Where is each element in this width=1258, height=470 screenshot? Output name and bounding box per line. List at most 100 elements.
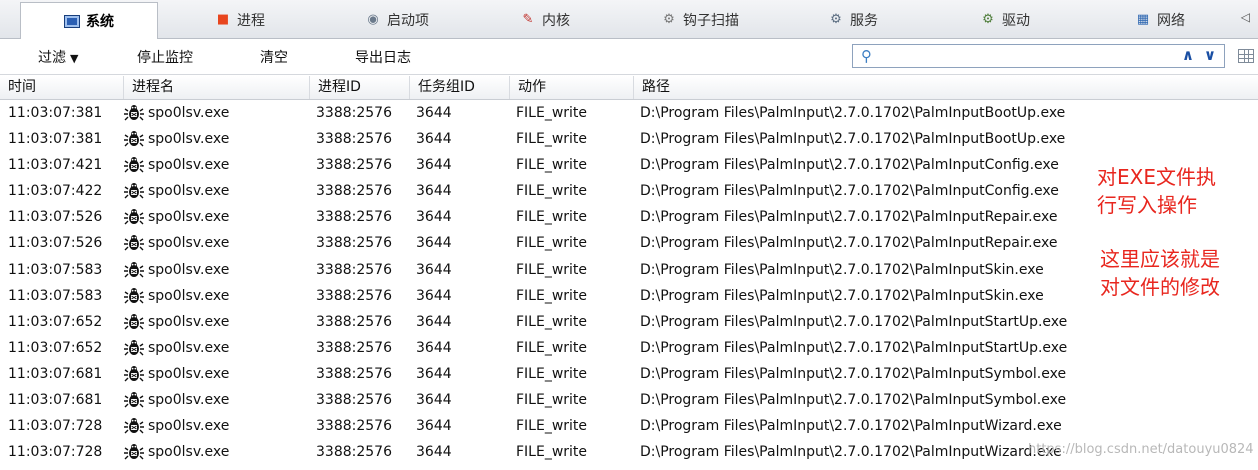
export-log-button[interactable]: 导出日志 bbox=[355, 47, 411, 67]
cell-process-name: spo0lsv.exe bbox=[124, 413, 229, 439]
cell-process-name: spo0lsv.exe bbox=[124, 361, 229, 387]
cell-process-id: 3388:2576 bbox=[316, 418, 392, 435]
cell-time: 11:03:07:681 bbox=[8, 365, 103, 382]
annotation-line: 这里应该就是 bbox=[1100, 247, 1220, 271]
cell-path: D:\Program Files\PalmInput\2.7.0.1702\Pa… bbox=[640, 444, 1062, 461]
cell-process-id: 3388:2576 bbox=[316, 339, 392, 356]
cell-time: 11:03:07:728 bbox=[8, 418, 103, 435]
table-row[interactable]: 11:03:07:526 3388:2576 3644 FILE_write D:\Pr… bbox=[0, 204, 1258, 230]
cell-task-group-id: 3644 bbox=[416, 235, 452, 252]
column-header-action[interactable]: 动作 bbox=[510, 76, 634, 99]
process-bug-icon bbox=[124, 156, 144, 174]
annotation-line: 行写入操作 bbox=[1097, 193, 1197, 217]
process-bug-icon bbox=[124, 365, 144, 383]
cell-task-group-id: 3644 bbox=[416, 183, 452, 200]
cell-task-group-id: 3644 bbox=[416, 105, 452, 121]
table-row[interactable]: 11:03:07:526 3388:2576 3644 FILE_write D:\Pr… bbox=[0, 230, 1258, 256]
search-prev-icon[interactable]: ∧ bbox=[1182, 46, 1194, 64]
tab-process[interactable]: ■ 进程 bbox=[190, 2, 290, 37]
cell-path: D:\Program Files\PalmInput\2.7.0.1702\Pa… bbox=[640, 235, 1058, 252]
table-row[interactable]: 11:03:07:681 3388:2576 3644 FILE_write D:\Pr… bbox=[0, 361, 1258, 387]
table-row[interactable]: 11:03:07:652 3388:2576 3644 FILE_write D:\Pr… bbox=[0, 335, 1258, 361]
table-row[interactable]: 11:03:07:583 3388:2576 3644 FILE_write D:\Pr… bbox=[0, 257, 1258, 283]
cell-time: 11:03:07:583 bbox=[8, 261, 103, 278]
cell-task-group-id: 3644 bbox=[416, 209, 452, 226]
cell-process-name: spo0lsv.exe bbox=[124, 100, 229, 126]
clear-button[interactable]: 清空 bbox=[260, 47, 288, 67]
tab-system[interactable]: 系统 bbox=[20, 2, 158, 39]
cell-time: 11:03:07:652 bbox=[8, 313, 103, 330]
table-row[interactable]: 11:03:07:381 3388:2576 3644 FILE_write D:\Pr… bbox=[0, 126, 1258, 152]
cell-process-id: 3388:2576 bbox=[316, 313, 392, 330]
table-row[interactable]: 11:03:07:381 3388:2576 3644 FILE_write D:\Pr… bbox=[0, 100, 1258, 126]
tab-kernel[interactable]: ✎ 内核 bbox=[500, 2, 590, 37]
cell-process-name: spo0lsv.exe bbox=[124, 283, 229, 309]
tab-label: 系统 bbox=[86, 14, 114, 30]
cell-process-id: 3388:2576 bbox=[316, 287, 392, 304]
tab-services[interactable]: ⚙ 服务 bbox=[808, 2, 898, 37]
cell-action: FILE_write bbox=[516, 183, 588, 200]
cell-process-name: spo0lsv.exe bbox=[124, 204, 229, 230]
grid-view-icon[interactable] bbox=[1238, 49, 1254, 63]
cell-process-name: spo0lsv.exe bbox=[124, 126, 229, 152]
hook-scan-icon: ⚙ bbox=[663, 11, 675, 27]
filter-button[interactable]: 过滤 ▼ bbox=[38, 47, 78, 67]
cell-path: D:\Program Files\PalmInput\2.7.0.1702\Pa… bbox=[640, 157, 1059, 174]
process-bug-icon bbox=[124, 130, 144, 148]
table-row[interactable]: 11:03:07:421 3388:2576 3644 FILE_write D:\Pr… bbox=[0, 152, 1258, 178]
cell-task-group-id: 3644 bbox=[416, 131, 452, 148]
cell-time: 11:03:07:526 bbox=[8, 209, 103, 226]
stop-monitor-button[interactable]: 停止监控 bbox=[137, 47, 193, 67]
process-bug-icon bbox=[124, 417, 144, 435]
tab-label: 内核 bbox=[542, 12, 570, 29]
column-header-path[interactable]: 路径 bbox=[634, 76, 1258, 99]
tab-hook-scan[interactable]: ⚙ 钩子扫描 bbox=[645, 2, 755, 37]
cell-path: D:\Program Files\PalmInput\2.7.0.1702\Pa… bbox=[640, 105, 1066, 121]
startup-icon: ◉ bbox=[367, 11, 379, 27]
cell-action: FILE_write bbox=[516, 261, 588, 278]
cell-process-id: 3388:2576 bbox=[316, 235, 392, 252]
column-header-process-name[interactable]: 进程名 bbox=[124, 76, 310, 99]
tab-startup[interactable]: ◉ 启动项 bbox=[342, 2, 452, 37]
table-row[interactable]: 11:03:07:728 3388:2576 3644 FILE_write D:\Pr… bbox=[0, 413, 1258, 439]
cell-path: D:\Program Files\PalmInput\2.7.0.1702\Pa… bbox=[640, 339, 1068, 356]
driver-icon: ⚙ bbox=[982, 11, 994, 27]
process-bug-icon bbox=[124, 313, 144, 331]
tab-bar: 系统 ■ 进程 ◉ 启动项 ✎ 内核 ⚙ 钩子扫描 ⚙ 服务 ⚙ 驱动 ▦ 网络… bbox=[0, 0, 1258, 39]
cell-task-group-id: 3644 bbox=[416, 339, 452, 356]
cell-path: D:\Program Files\PalmInput\2.7.0.1702\Pa… bbox=[640, 131, 1066, 148]
network-icon: ▦ bbox=[1136, 11, 1150, 27]
search-icon: ⚲ bbox=[861, 47, 872, 65]
tab-network[interactable]: ▦ 网络 bbox=[1115, 2, 1205, 37]
cell-process-id: 3388:2576 bbox=[316, 157, 392, 174]
cell-action: FILE_write bbox=[516, 313, 588, 330]
cell-process-id: 3388:2576 bbox=[316, 392, 392, 409]
column-header-process-id[interactable]: 进程ID bbox=[310, 76, 410, 99]
tab-label: 网络 bbox=[1157, 12, 1185, 29]
annotation-text: 对EXE文件执 行写入操作 bbox=[1097, 163, 1216, 219]
process-name-text: spo0lsv.exe bbox=[148, 261, 230, 278]
cell-time: 11:03:07:583 bbox=[8, 287, 103, 304]
table-row[interactable]: 11:03:07:422 3388:2576 3644 FILE_write D:\Pr… bbox=[0, 178, 1258, 204]
process-bug-icon bbox=[124, 182, 144, 200]
search-next-icon[interactable]: ∨ bbox=[1204, 46, 1216, 64]
cell-action: FILE_write bbox=[516, 418, 588, 435]
cell-action: FILE_write bbox=[516, 392, 588, 409]
tab-drivers[interactable]: ⚙ 驱动 bbox=[960, 2, 1050, 37]
annotation-text: 这里应该就是 对文件的修改 bbox=[1100, 245, 1220, 301]
cell-process-id: 3388:2576 bbox=[316, 183, 392, 200]
tab-scroll-left-icon[interactable]: ◁ bbox=[1241, 10, 1250, 24]
table-row[interactable]: 11:03:07:681 3388:2576 3644 FILE_write D:\Pr… bbox=[0, 387, 1258, 413]
table-row[interactable]: 11:03:07:583 3388:2576 3644 FILE_write D:\Pr… bbox=[0, 283, 1258, 309]
cell-action: FILE_write bbox=[516, 209, 588, 226]
search-field[interactable]: ⚲ ∧ ∨ bbox=[852, 44, 1225, 68]
process-name-text: spo0lsv.exe bbox=[148, 313, 230, 330]
column-header-time[interactable]: 时间 bbox=[0, 76, 124, 99]
cell-process-id: 3388:2576 bbox=[316, 105, 392, 121]
column-header-task-group-id[interactable]: 任务组ID bbox=[410, 76, 510, 99]
cell-time: 11:03:07:681 bbox=[8, 392, 103, 409]
cell-process-id: 3388:2576 bbox=[316, 444, 392, 461]
process-name-text: spo0lsv.exe bbox=[148, 157, 230, 174]
table-row[interactable]: 11:03:07:652 3388:2576 3644 FILE_write D:\Pr… bbox=[0, 309, 1258, 335]
toolbar: 过滤 ▼ 停止监控 清空 导出日志 ⚲ ∧ ∨ bbox=[0, 39, 1258, 75]
